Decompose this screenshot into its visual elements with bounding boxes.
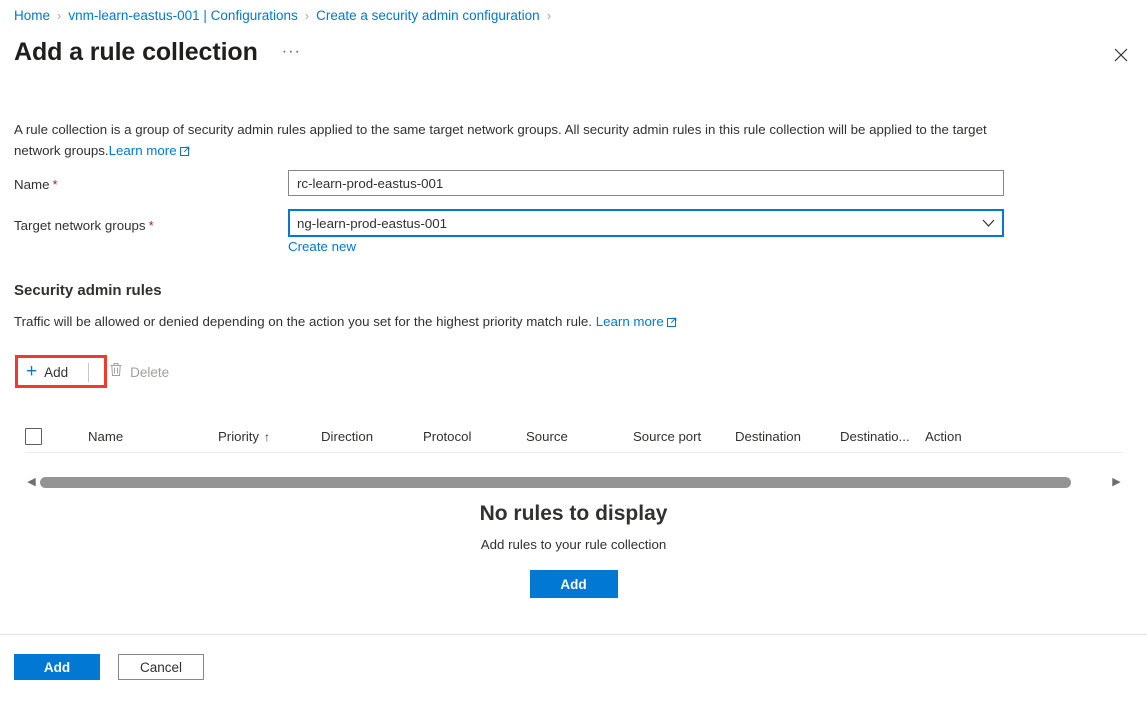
- blade-description: A rule collection is a group of security…: [14, 119, 1009, 162]
- footer-divider: [0, 634, 1147, 635]
- column-header-action[interactable]: Action: [925, 429, 1005, 444]
- plus-icon: +: [26, 361, 38, 382]
- breadcrumb-separator-icon: ›: [304, 8, 310, 23]
- select-all-checkbox[interactable]: [25, 427, 42, 445]
- column-header-source[interactable]: Source: [526, 429, 633, 444]
- rules-learn-more-link[interactable]: Learn more: [596, 314, 677, 329]
- column-header-label: Protocol: [423, 428, 472, 444]
- column-header-source-port[interactable]: Source port: [633, 429, 735, 444]
- rules-command-bar: + Add Delete: [14, 355, 181, 389]
- column-header-destination-port[interactable]: Destinatio...: [840, 429, 925, 444]
- breadcrumb: Home › vnm-learn-eastus-001 | Configurat…: [14, 7, 558, 25]
- security-admin-rules-description: Traffic will be allowed or denied depend…: [14, 313, 677, 332]
- column-header-direction[interactable]: Direction: [321, 429, 423, 444]
- column-header-label: Source: [526, 428, 568, 444]
- name-required-indicator: *: [52, 177, 58, 192]
- trash-icon: [109, 362, 123, 382]
- rules-empty-state: No rules to display Add rules to your ru…: [0, 500, 1147, 598]
- more-options-icon[interactable]: ···: [276, 43, 307, 61]
- column-header-name[interactable]: Name: [88, 429, 218, 444]
- column-header-label: Priority: [218, 428, 260, 444]
- column-header-destination[interactable]: Destination: [735, 429, 840, 444]
- column-header-label: Destination: [735, 428, 801, 444]
- target-network-groups-dropdown[interactable]: ng-learn-prod-eastus-001: [288, 209, 1004, 237]
- sort-ascending-icon: ↑: [264, 429, 271, 444]
- footer-cancel-button[interactable]: Cancel: [118, 654, 204, 680]
- column-header-label: Source port: [633, 428, 702, 444]
- breadcrumb-separator-icon: ›: [546, 8, 552, 23]
- scroll-right-arrow-icon[interactable]: ▶: [1110, 477, 1123, 488]
- target-network-groups-value: ng-learn-prod-eastus-001: [297, 215, 448, 231]
- description-learn-more-link[interactable]: Learn more: [109, 143, 190, 158]
- column-header-priority[interactable]: Priority ↑: [218, 429, 321, 444]
- column-header-label: Action: [925, 428, 962, 444]
- target-network-groups-label-text: Target network groups: [14, 218, 146, 233]
- security-admin-rules-heading: Security admin rules: [14, 282, 162, 299]
- breadcrumb-item-configurations[interactable]: vnm-learn-eastus-001 | Configurations: [68, 7, 297, 25]
- blade-footer: Add Cancel: [14, 654, 204, 680]
- name-label: Name *: [14, 176, 58, 194]
- column-header-label: Direction: [321, 428, 374, 444]
- delete-rule-button[interactable]: Delete: [97, 356, 181, 388]
- page-title: Add a rule collection: [14, 38, 258, 66]
- target-network-groups-label: Target network groups *: [14, 217, 154, 235]
- empty-state-add-button[interactable]: Add: [529, 570, 618, 598]
- external-link-icon: [179, 141, 190, 162]
- name-input[interactable]: [288, 170, 1004, 196]
- column-header-label: Destinatio...: [840, 428, 910, 444]
- target-network-groups-required-indicator: *: [148, 218, 154, 233]
- chevron-down-icon: [982, 214, 995, 232]
- empty-state-subtitle: Add rules to your rule collection: [480, 537, 667, 552]
- close-button[interactable]: [1104, 38, 1138, 72]
- add-rule-button[interactable]: + Add: [14, 356, 80, 388]
- name-label-text: Name: [14, 177, 50, 192]
- column-header-protocol[interactable]: Protocol: [423, 429, 526, 444]
- learn-more-label: Learn more: [595, 314, 664, 329]
- footer-add-button[interactable]: Add: [14, 654, 100, 680]
- breadcrumb-item-create-security-admin-configuration[interactable]: Create a security admin configuration: [316, 7, 540, 25]
- rules-table-horizontal-scrollbar[interactable]: ◀ ▶: [25, 473, 1123, 491]
- scrollbar-thumb[interactable]: [40, 476, 1071, 488]
- rules-table-header: Name Priority ↑ Direction Protocol Source…: [25, 420, 1123, 453]
- breadcrumb-item-home[interactable]: Home: [14, 7, 50, 25]
- learn-more-label: Learn more: [108, 143, 177, 158]
- add-rule-collection-blade: Home › vnm-learn-eastus-001 | Configurat…: [0, 0, 1147, 702]
- scroll-left-arrow-icon[interactable]: ◀: [25, 477, 38, 488]
- security-admin-rules-description-text: Traffic will be allowed or denied depend…: [14, 314, 593, 329]
- external-link-icon: [666, 314, 677, 332]
- scrollbar-track[interactable]: [40, 476, 1108, 488]
- empty-state-title: No rules to display: [479, 502, 668, 525]
- column-header-label: Name: [88, 428, 124, 444]
- close-icon: [1114, 48, 1128, 62]
- add-rule-button-label: Add: [44, 364, 69, 380]
- command-bar-divider: [88, 362, 90, 382]
- select-all-cell: [25, 427, 88, 445]
- title-row: Add a rule collection ···: [14, 36, 307, 68]
- breadcrumb-separator-icon: ›: [57, 8, 62, 23]
- delete-rule-button-label: Delete: [130, 364, 170, 380]
- create-new-network-group-link[interactable]: Create new: [288, 239, 356, 254]
